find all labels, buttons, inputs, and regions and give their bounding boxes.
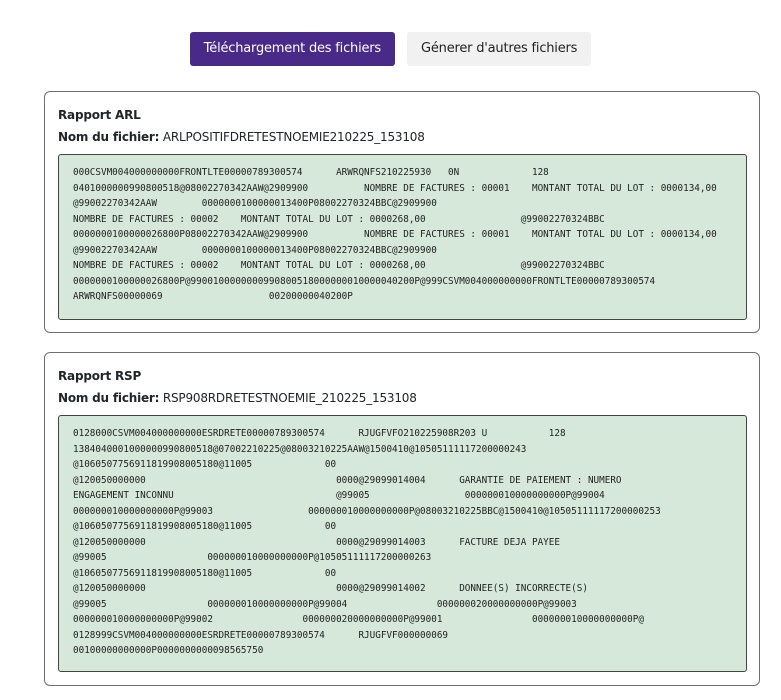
rsp-report-card: Rapport RSP Nom du fichier: RSP908RDRETE…	[44, 352, 760, 686]
arl-file-name-label: Nom du fichier:	[58, 130, 160, 144]
arl-file-name: ARLPOSITIFDRETESTNOEMIE210225_153108	[162, 130, 425, 144]
arl-report-title: Rapport ARL	[58, 108, 141, 122]
arl-report-content: 000CSVM004000000000FRONTLTE0000078930057…	[58, 154, 747, 320]
arl-file-name-line: Nom du fichier: ARLPOSITIFDRETESTNOEMIE2…	[58, 130, 425, 144]
rsp-file-name: RSP908RDRETESTNOEMIE_210225_153108	[162, 391, 417, 405]
rsp-file-name-label: Nom du fichier:	[58, 391, 160, 405]
tab-download-files[interactable]: Téléchargement des fichiers	[189, 32, 395, 66]
rsp-report-title: Rapport RSP	[58, 369, 142, 383]
rsp-report-content: 0128000CSVM004000000000ESRDRETE000007893…	[58, 415, 747, 672]
tab-generate-files[interactable]: Génerer d'autres fichiers	[407, 32, 592, 66]
rsp-file-name-line: Nom du fichier: RSP908RDRETESTNOEMIE_210…	[58, 391, 417, 405]
arl-report-card: Rapport ARL Nom du fichier: ARLPOSITIFDR…	[44, 91, 760, 333]
tab-bar: Téléchargement des fichiers Génerer d'au…	[0, 32, 781, 66]
